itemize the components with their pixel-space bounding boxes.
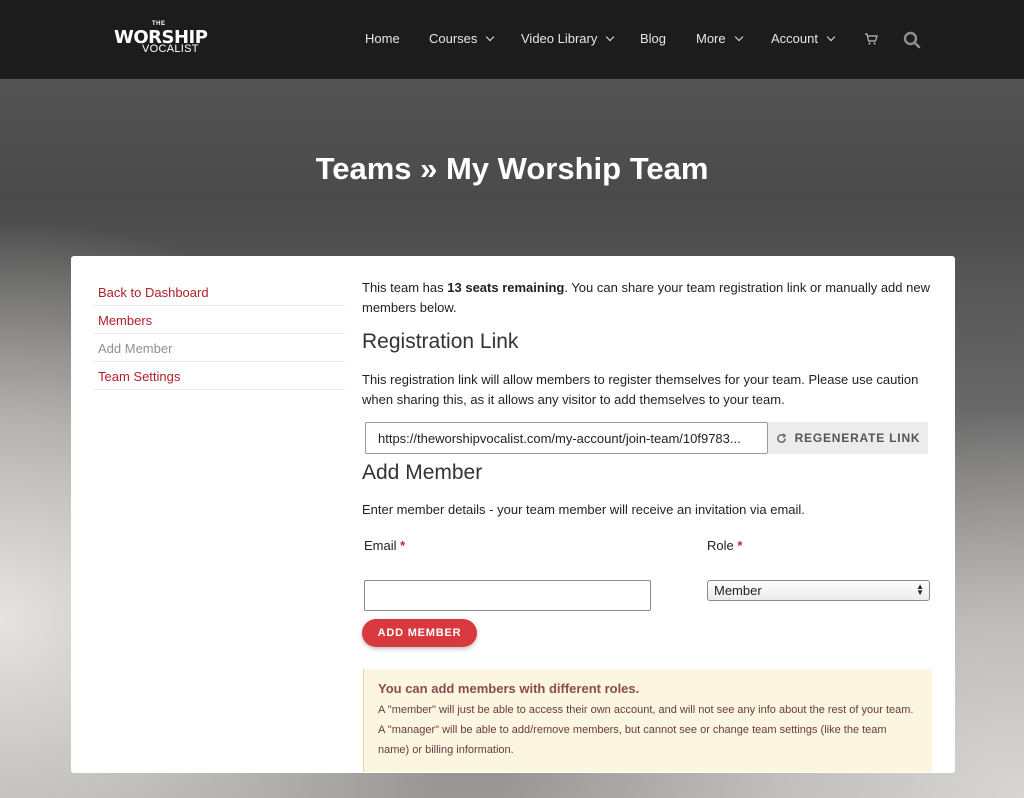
- search-icon[interactable]: [903, 31, 921, 49]
- regenerate-link-button[interactable]: REGENERATE LINK: [768, 422, 928, 454]
- role-select-value: Member: [714, 583, 762, 598]
- roles-notice: You can add members with different roles…: [363, 669, 932, 772]
- nav-courses-label: Courses: [429, 31, 478, 46]
- email-field[interactable]: [364, 580, 651, 611]
- role-select[interactable]: Member ▲ ▼: [707, 580, 930, 601]
- add-member-button[interactable]: ADD MEMBER: [362, 619, 477, 647]
- nav-blog-label: Blog: [640, 31, 667, 46]
- registration-link-row: https://theworshipvocalist.com/my-accoun…: [365, 422, 928, 454]
- email-label: Email *: [364, 538, 405, 553]
- team-sidebar: Back to Dashboard Members Add Member Tea…: [94, 278, 345, 390]
- team-card: Back to Dashboard Members Add Member Tea…: [71, 256, 955, 773]
- role-label: Role *: [707, 538, 742, 553]
- refresh-icon: [776, 432, 786, 443]
- sidebar-item-back-to-dashboard[interactable]: Back to Dashboard: [94, 278, 345, 306]
- nav-video-library-label: Video Library: [521, 31, 598, 46]
- regenerate-link-label: REGENERATE LINK: [794, 431, 921, 445]
- role-label-text: Role: [707, 538, 734, 553]
- required-mark: *: [400, 538, 406, 553]
- cart-icon[interactable]: [864, 32, 878, 46]
- nav-video-library[interactable]: Video Library: [521, 31, 615, 46]
- registration-link-field[interactable]: https://theworshipvocalist.com/my-accoun…: [365, 422, 768, 454]
- sidebar-item-add-member: Add Member: [94, 334, 345, 362]
- nav-courses[interactable]: Courses: [429, 31, 495, 46]
- select-arrows-icon: ▲ ▼: [916, 582, 924, 597]
- seats-intro: This team has 13 seats remaining. You ca…: [362, 278, 937, 318]
- add-member-heading: Add Member: [362, 461, 483, 484]
- registration-link-description: This registration link will allow member…: [362, 372, 919, 407]
- nav-home[interactable]: Home: [365, 31, 400, 46]
- email-label-text: Email: [364, 538, 397, 553]
- intro-prefix: This team has: [362, 280, 448, 295]
- chevron-down-icon: [606, 32, 615, 41]
- chevron-down-icon: [734, 32, 743, 41]
- sidebar-item-team-settings[interactable]: Team Settings: [94, 362, 345, 390]
- registration-link-heading: Registration Link: [362, 330, 519, 353]
- site-header: THE WORSHIP VOCALIST Home Courses Video …: [0, 0, 1024, 79]
- nav-blog[interactable]: Blog: [640, 31, 666, 46]
- notice-body: A "member" will just be able to access t…: [378, 704, 914, 756]
- nav-more[interactable]: More: [696, 31, 743, 46]
- nav-home-label: Home: [365, 31, 400, 46]
- required-mark: *: [737, 538, 743, 553]
- add-member-description: Enter member details - your team member …: [362, 502, 805, 517]
- chevron-down-icon: [826, 32, 836, 41]
- nav-account-label: Account: [771, 31, 818, 46]
- chevron-down-icon: [486, 32, 495, 41]
- main-nav: Home Courses Video Library Blog More Acc…: [0, 0, 1024, 79]
- page-title: Teams » My Worship Team: [315, 151, 709, 186]
- nav-account[interactable]: Account: [771, 31, 836, 46]
- sidebar-item-members[interactable]: Members: [94, 306, 345, 334]
- nav-more-label: More: [696, 31, 726, 46]
- notice-title: You can add members with different roles…: [378, 681, 640, 696]
- seats-remaining: 13 seats remaining: [447, 280, 565, 295]
